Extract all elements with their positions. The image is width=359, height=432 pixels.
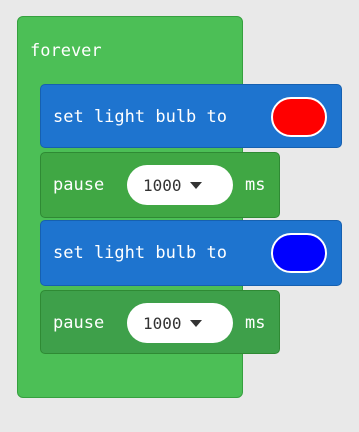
blue-color-picker[interactable] xyxy=(271,233,327,273)
set-light-bulb-block-2[interactable]: set light bulb to xyxy=(40,220,342,286)
red-color-picker[interactable] xyxy=(271,97,327,137)
pause-unit-label: ms xyxy=(245,313,266,333)
pause-duration-value: 1000 xyxy=(143,313,182,333)
pause-label: pause xyxy=(53,175,105,195)
pause-duration-value: 1000 xyxy=(143,175,182,195)
pause-duration-dropdown[interactable]: 1000 xyxy=(127,165,233,205)
dropdown-caret-icon xyxy=(189,319,202,327)
pause-block-2[interactable]: pause 1000 ms xyxy=(40,290,280,354)
pause-label: pause xyxy=(53,313,105,333)
pause-block-1[interactable]: pause 1000 ms xyxy=(40,152,280,218)
set-light-bulb-block-1[interactable]: set light bulb to xyxy=(40,84,342,148)
pause-duration-dropdown[interactable]: 1000 xyxy=(127,303,233,343)
set-light-bulb-label: set light bulb to xyxy=(53,107,227,127)
set-light-bulb-label: set light bulb to xyxy=(53,243,227,263)
pause-unit-label: ms xyxy=(245,175,266,195)
blocks-workspace: forever set light bulb to pause 1000 ms … xyxy=(0,0,359,432)
forever-label: forever xyxy=(30,41,102,61)
dropdown-caret-icon xyxy=(189,181,202,189)
